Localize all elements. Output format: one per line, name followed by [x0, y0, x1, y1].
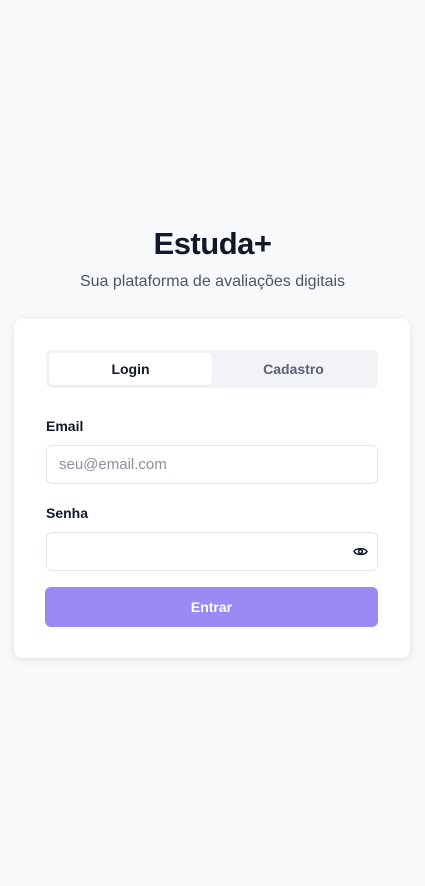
auth-tabs: Login Cadastro: [46, 350, 378, 388]
email-label: Email: [46, 418, 84, 434]
tab-login[interactable]: Login: [49, 353, 212, 385]
app-title: Estuda+: [153, 226, 272, 261]
app-tagline: Sua plataforma de avaliações digitais: [79, 273, 346, 290]
password-label: Senha: [46, 505, 89, 521]
auth-card: Login Cadastro Email Senha Entrar: [14, 319, 410, 658]
login-page: Estuda+ Sua plataforma de avaliações dig…: [0, 0, 425, 886]
tab-cadastro[interactable]: Cadastro: [212, 353, 375, 385]
email-field[interactable]: [46, 445, 378, 484]
eye-icon[interactable]: [352, 543, 369, 560]
submit-button[interactable]: Entrar: [45, 587, 378, 627]
password-field[interactable]: [46, 532, 378, 571]
